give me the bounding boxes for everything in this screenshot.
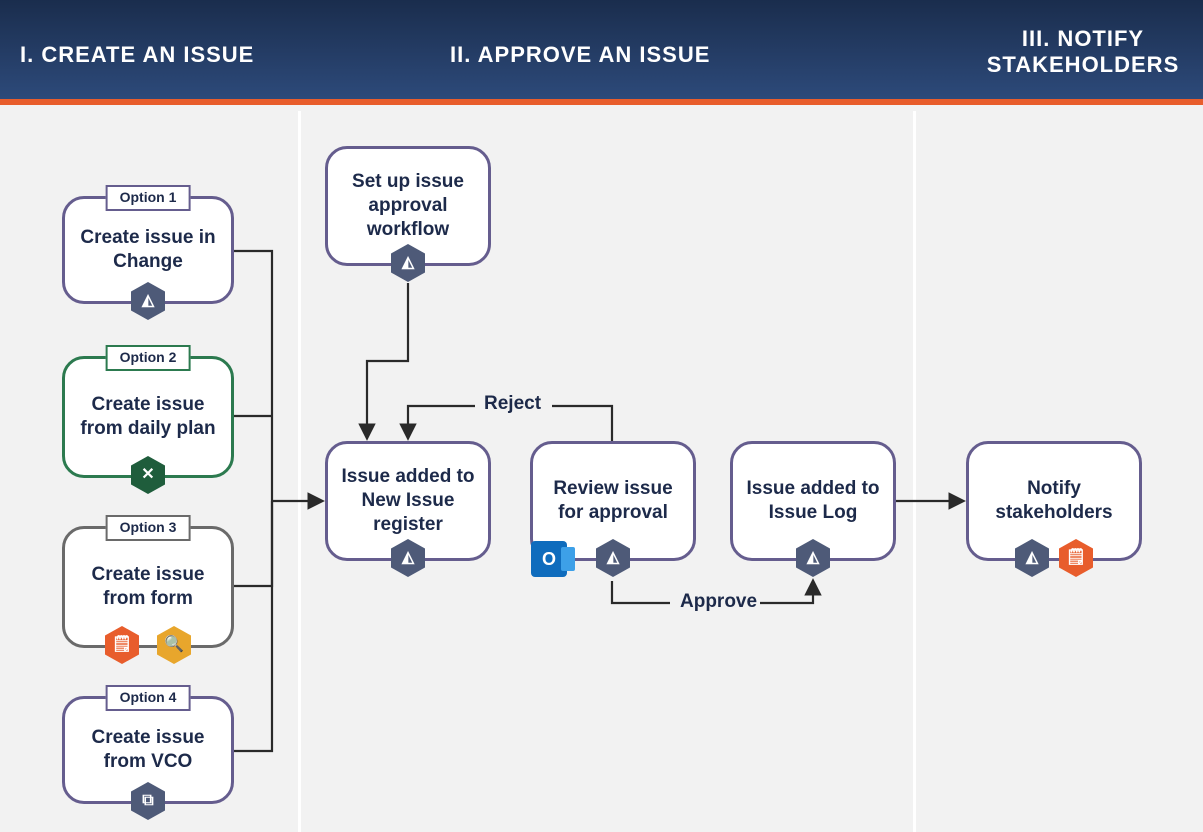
phase-header: I. CREATE AN ISSUE II. APPROVE AN ISSUE … [0,0,1203,105]
node-option-4: Option 4 Create issue from VCO ⧉ [62,696,234,804]
node-option-2: Option 2 Create issue from daily plan ✕ [62,356,234,478]
option-4-tag: Option 4 [106,685,191,711]
clipboard-icon: 🗒 [105,626,139,664]
option-1-tag: Option 1 [106,185,191,211]
new-issue-register-label: Issue added to New Issue register [328,465,488,536]
diagram-stage: Option 1 Create issue in Change ◭ Option… [0,111,1203,832]
node-issue-log: Issue added to Issue Log ◭ [730,441,896,561]
edge-label-approve: Approve [676,591,761,613]
node-option-1: Option 1 Create issue in Change ◭ [62,196,234,304]
triangle-icon: ◭ [596,539,630,577]
header-phase-1: I. CREATE AN ISSUE [20,42,254,68]
node-setup-workflow: Set up issue approval workflow ◭ [325,146,491,266]
node-new-issue-register: Issue added to New Issue register ◭ [325,441,491,561]
header-phase-3: III. NOTIFY STAKEHOLDERS [983,26,1183,78]
copy-icon: ⧉ [131,782,165,820]
outlook-icon: O [531,541,567,577]
triangle-icon: ◭ [1015,539,1049,577]
search-icon: 🔍 [157,626,191,664]
node-review-issue: Review issue for approval O ◭ [530,441,696,561]
option-1-label: Create issue in Change [65,226,231,274]
review-issue-label: Review issue for approval [533,477,693,525]
option-2-label: Create issue from daily plan [65,393,231,441]
triangle-icon: ◭ [391,244,425,282]
triangle-icon: ◭ [131,282,165,320]
option-2-tag: Option 2 [106,345,191,371]
option-3-label: Create issue from form [65,563,231,611]
triangle-icon: ◭ [796,539,830,577]
option-3-tag: Option 3 [106,515,191,541]
node-notify-stakeholders: Notify stakeholders ◭ 🗒 [966,441,1142,561]
triangle-icon: ◭ [391,539,425,577]
edge-label-reject: Reject [480,393,545,415]
node-option-3: Option 3 Create issue from form 🗒 🔍 [62,526,234,648]
setup-workflow-label: Set up issue approval workflow [328,170,488,241]
tools-icon: ✕ [131,456,165,494]
option-4-label: Create issue from VCO [65,726,231,774]
notify-stakeholders-label: Notify stakeholders [969,477,1139,525]
header-phase-2: II. APPROVE AN ISSUE [450,42,710,68]
issue-log-label: Issue added to Issue Log [733,477,893,525]
clipboard-icon: 🗒 [1059,539,1093,577]
